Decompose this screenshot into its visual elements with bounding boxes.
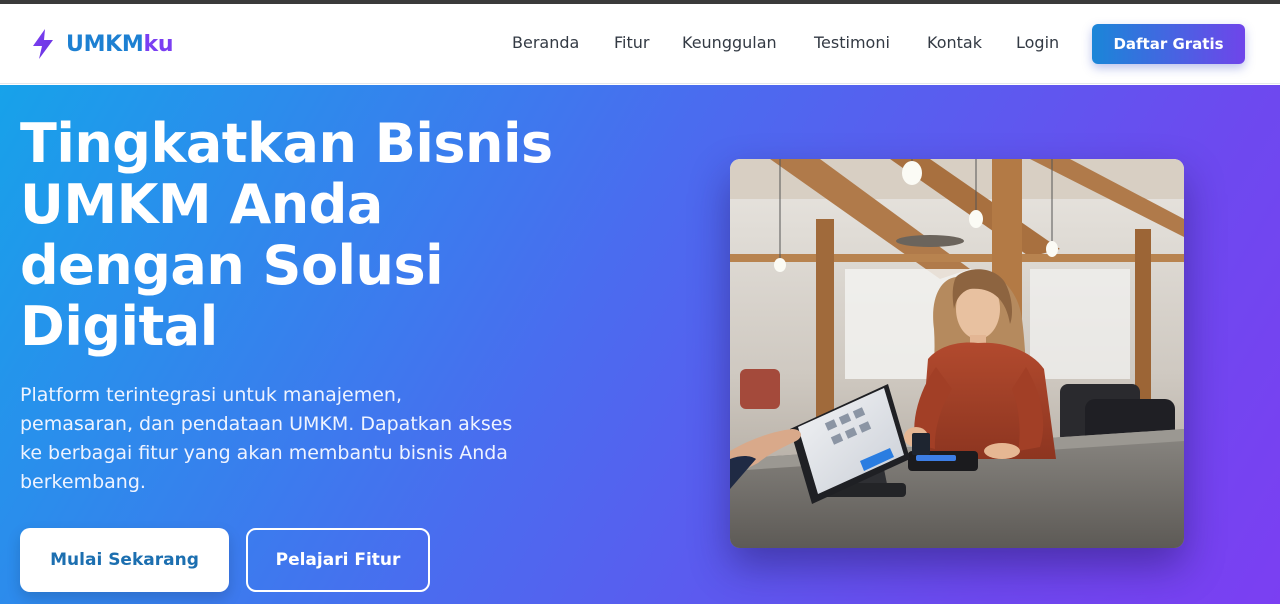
brand-name: UMKMku [66,31,174,57]
nav-link-testimoni[interactable]: Testimoni [814,33,890,52]
learn-features-button[interactable]: Pelajari Fitur [246,528,430,592]
brand-name-part2: ku [143,31,174,57]
nav-link-kontak[interactable]: Kontak [927,33,982,52]
top-navbar: UMKMku Beranda Fitur Keunggulan Testimon… [0,4,1280,84]
cashier-pos-illustration [730,159,1184,548]
hero-title-line: Digital [20,295,218,358]
lightning-bolt-icon [33,29,53,59]
nav-link-fitur[interactable]: Fitur [614,33,649,52]
hero-section: Tingkatkan Bisnis UMKM Anda dengan Solus… [0,85,1280,604]
hero-title-line: dengan Solusi [20,234,444,297]
brand-logo[interactable]: UMKMku [30,28,174,60]
nav-link-beranda[interactable]: Beranda [512,33,579,52]
register-free-button[interactable]: Daftar Gratis [1092,24,1245,64]
hero-title-line: UMKM Anda [20,173,383,236]
hero-description: Platform terintegrasi untuk manajemen, p… [20,384,513,493]
nav-link-keunggulan[interactable]: Keunggulan [682,33,777,52]
hero-title-line: Tingkatkan Bisnis [20,112,553,175]
nav-link-login[interactable]: Login [1016,33,1059,52]
hero-image [730,159,1184,548]
brand-name-part1: UMKM [66,31,144,57]
hero-title: Tingkatkan Bisnis UMKM Anda dengan Solus… [20,113,660,357]
start-now-button[interactable]: Mulai Sekarang [20,528,229,592]
